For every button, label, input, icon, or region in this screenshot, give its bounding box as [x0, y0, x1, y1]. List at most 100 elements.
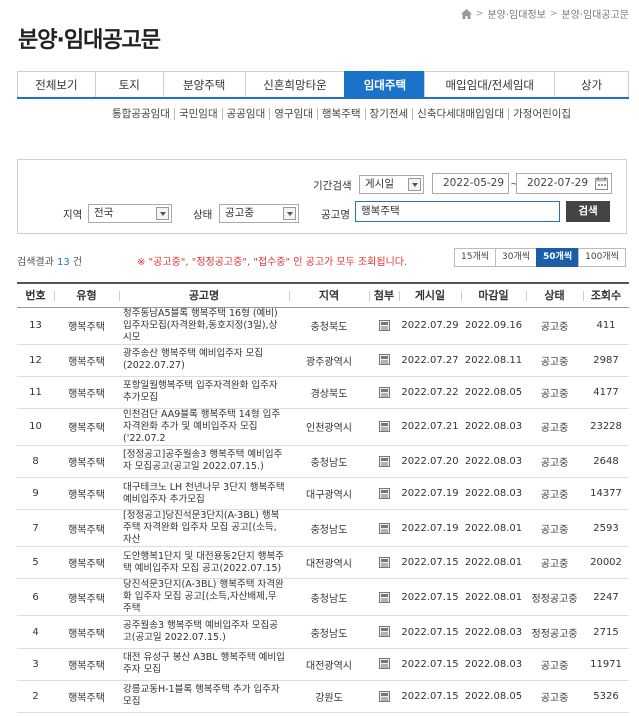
row-attachment[interactable] [369, 408, 399, 446]
row-attachment[interactable] [369, 546, 399, 580]
end-date-input[interactable]: 2022-07-29 [516, 173, 612, 194]
tab-newlywed-town[interactable]: 신혼희망타운 [244, 71, 346, 97]
tab-land[interactable]: 토지 [94, 71, 164, 97]
row-deadline: 2022.08.03 [461, 615, 526, 649]
tab-commercial[interactable]: 상가 [554, 71, 630, 97]
subtab-daycare[interactable]: 가정어린이집 [509, 108, 575, 120]
row-attachment[interactable] [369, 509, 399, 548]
document-icon[interactable] [378, 487, 390, 499]
subtab-national[interactable]: 국민임대 [175, 108, 223, 120]
row-title[interactable]: [정정공고]공주월송3 행복주택 예비입주자 모집공고(공고일 2022.07.… [119, 445, 289, 479]
tab-sale-housing[interactable]: 분양주택 [162, 71, 246, 97]
document-icon[interactable] [378, 591, 390, 603]
tab-rental-housing[interactable]: 임대주택 [344, 71, 426, 97]
row-title[interactable]: [정정공고]당진석문3단지(A-3BL) 행복주택 자격완화 입주자 모집 공고… [119, 509, 289, 548]
row-title[interactable]: 영암용앙3 행복주택 입주자 상시모집(입주자격완화,동호지정) [119, 712, 289, 716]
per-page-100[interactable]: 100개씩 [578, 248, 626, 267]
notice-name-input[interactable]: 행복주택 [355, 201, 560, 222]
document-icon[interactable] [378, 455, 390, 467]
status-select[interactable]: 공고중 [219, 204, 299, 223]
breadcrumb: > 분양·임대정보 > 분양·임대공고문 [460, 6, 629, 21]
row-title[interactable]: 도안행복1단지 및 대전용동2단지 행복주택 예비입주자 모집 공고(2022.… [119, 546, 289, 580]
row-status: 공고중 [526, 477, 583, 511]
search-button[interactable]: 검색 [566, 201, 610, 222]
row-title[interactable]: 광주송산 행복주택 예비입주자 모집(2022.07.27) [119, 344, 289, 377]
table-row[interactable]: 10 행복주택 인천검단 AA9블록 행복주택 14형 입주자격완화 추가 및 예비… [17, 408, 629, 446]
chevron-down-icon [156, 207, 169, 220]
row-attachment[interactable] [369, 648, 399, 681]
table-row[interactable]: 5 행복주택 도안행복1단지 및 대전용동2단지 행복주택 예비입주자 모집 공고(… [17, 546, 629, 580]
sub-tabs: 통합공공임대 국민임대 공공임대 영구임대 행복주택 장기전세 신축다세대매입임… [108, 108, 608, 120]
row-views: 2987 [583, 344, 629, 377]
subtab-happy-housing[interactable]: 행복주택 [318, 108, 366, 120]
row-status: 공고중 [526, 307, 583, 345]
table-row[interactable]: 7 행복주택 [정정공고]당진석문3단지(A-3BL) 행복주택 자격완화 입주자 … [17, 509, 629, 548]
per-page-15[interactable]: 15개씩 [454, 248, 497, 267]
row-attachment[interactable] [369, 445, 399, 479]
status-label: 상태 [193, 209, 213, 221]
row-number: 2 [17, 680, 54, 714]
document-icon[interactable] [378, 421, 390, 433]
document-icon[interactable] [378, 626, 390, 638]
row-title[interactable]: 당진석문3단지(A-3BL) 행복주택 자격완화 입주자 모집 공고[(소득,자… [119, 578, 289, 617]
row-views: 11971 [583, 648, 629, 681]
table-row[interactable]: 3 행복주택 대전 유성구 봉산 A3BL 행복주택 예비입주자 모집 대전광역시 20… [17, 648, 629, 681]
table-row[interactable]: 1행복주택영암용앙3 행복주택 입주자 상시모집(입주자격완화,동호지정)전라남… [17, 712, 629, 716]
table-row[interactable]: 2 행복주택 강릉교동H-1블록 행복주택 추가 입주자 모집 강원도 2022.07.… [17, 680, 629, 714]
table-row[interactable]: 4 행복주택 공주월송3 행복주택 예비입주자 모집공고(공고일 2022.07.1… [17, 615, 629, 649]
document-icon[interactable] [378, 354, 390, 366]
calendar-icon[interactable] [595, 177, 608, 190]
period-type-value: 게시일 [365, 178, 394, 190]
document-icon[interactable] [378, 522, 390, 534]
row-attachment[interactable] [369, 712, 399, 716]
subtab-integrated-public[interactable]: 통합공공임대 [108, 108, 175, 120]
table-header-row: 번호 유형 공고명 지역 첨부 게시일 마감일 상태 조회수 [17, 282, 629, 308]
region-select[interactable]: 전국 [88, 204, 172, 223]
row-title[interactable]: 대구테크노 LH 천년나무 3단지 행복주택 예비입주자 추가모집 [119, 477, 289, 511]
subtab-permanent[interactable]: 영구임대 [270, 108, 318, 120]
row-attachment[interactable] [369, 477, 399, 511]
table-row[interactable]: 6 행복주택 당진석문3단지(A-3BL) 행복주택 자격완화 입주자 모집 공고[… [17, 578, 629, 617]
home-icon[interactable] [460, 8, 472, 19]
row-attachment[interactable] [369, 376, 399, 409]
result-count-number: 13 [57, 257, 70, 268]
period-type-select[interactable]: 게시일 [359, 175, 424, 194]
per-page-50[interactable]: 50개씩 [536, 248, 580, 267]
row-title[interactable]: 대전 유성구 봉산 A3BL 행복주택 예비입주자 모집 [119, 648, 289, 681]
row-post-date: 2022.07.19 [399, 509, 461, 548]
table-row[interactable]: 9 행복주택 대구테크노 LH 천년나무 3단지 행복주택 예비입주자 추가모집 대구… [17, 477, 629, 511]
document-icon[interactable] [378, 690, 390, 702]
row-title[interactable]: 인천검단 AA9블록 행복주택 14형 입주자격완화 추가 및 예비입주자 모집… [119, 408, 289, 446]
table-row[interactable]: 11 행복주택 포항일월행복주택 입주자격완화 입주자 추가모집 경상북도 2022.0… [17, 376, 629, 409]
row-title[interactable]: 청주동남A5블록 행복주택 16형 (예비)입주자모집(자격완화,동호지정(3일… [119, 307, 289, 345]
start-date-input[interactable]: 2022-05-29 [432, 173, 509, 194]
main-tabs: 전체보기 토지 분양주택 신혼희망타운 임대주택 매입임대/전세임대 상가 [17, 71, 630, 99]
header-type: 유형 [54, 282, 119, 308]
subtab-long-term-jeonse[interactable]: 장기전세 [366, 108, 414, 120]
table-row[interactable]: 13 행복주택 청주동남A5블록 행복주택 16형 (예비)입주자모집(자격완화,동… [17, 307, 629, 345]
row-title[interactable]: 강릉교동H-1블록 행복주택 추가 입주자 모집 [119, 680, 289, 714]
subtab-new-multi-family[interactable]: 신축다세대매입임대 [413, 108, 510, 120]
table-row[interactable]: 8 행복주택 [정정공고]공주월송3 행복주택 예비입주자 모집공고(공고일 202… [17, 445, 629, 479]
row-attachment[interactable] [369, 344, 399, 377]
document-icon[interactable] [378, 557, 390, 569]
row-title[interactable]: 포항일월행복주택 입주자격완화 입주자 추가모집 [119, 376, 289, 409]
subtab-public[interactable]: 공공임대 [223, 108, 271, 120]
document-icon[interactable] [378, 319, 390, 331]
row-status: 공고중 [526, 344, 583, 377]
row-attachment[interactable] [369, 307, 399, 345]
row-title[interactable]: 공주월송3 행복주택 예비입주자 모집공고(공고일 2022.07.15.) [119, 615, 289, 649]
chevron-right-icon: > [549, 8, 558, 19]
per-page-30[interactable]: 30개씩 [495, 248, 538, 267]
breadcrumb-item[interactable]: 분양·임대정보 [487, 6, 545, 21]
row-number: 1 [17, 712, 54, 716]
row-attachment[interactable] [369, 680, 399, 714]
tab-purchase-rental[interactable]: 매입임대/전세임대 [424, 71, 556, 97]
row-attachment[interactable] [369, 615, 399, 649]
document-icon[interactable] [378, 658, 390, 670]
table-row[interactable]: 12 행복주택 광주송산 행복주택 예비입주자 모집(2022.07.27) 광주광역… [17, 344, 629, 377]
result-count-unit: 건 [72, 257, 83, 268]
document-icon[interactable] [378, 386, 390, 398]
tab-all[interactable]: 전체보기 [17, 71, 96, 97]
row-attachment[interactable] [369, 578, 399, 617]
